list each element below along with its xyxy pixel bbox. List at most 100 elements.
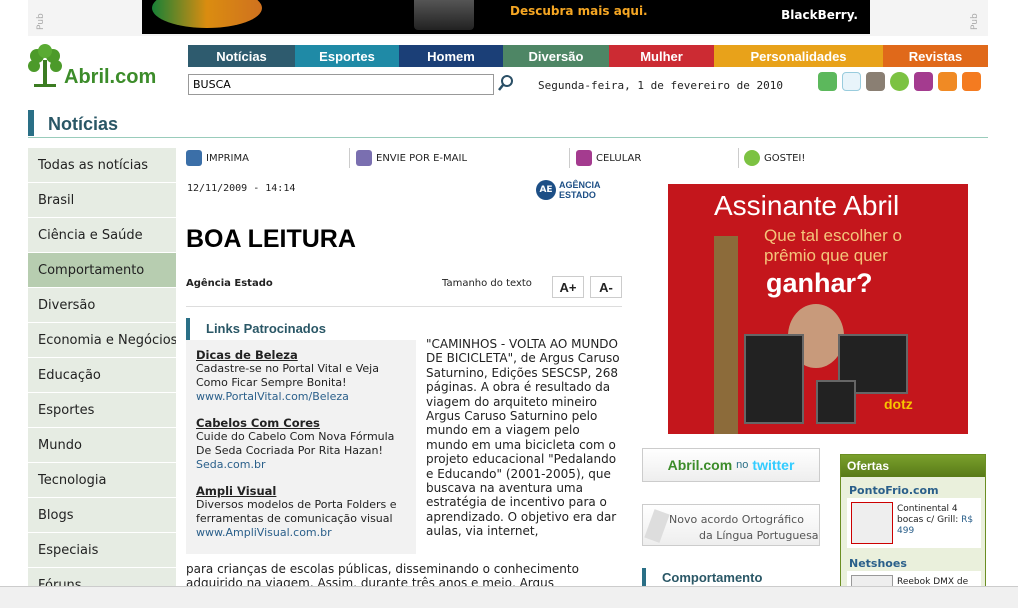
- like-label: GOSTEI!: [764, 152, 806, 164]
- divider: [186, 306, 622, 307]
- store-link[interactable]: PontoFrio.com: [849, 484, 939, 497]
- article-timestamp: 12/11/2009 - 14:14: [187, 183, 296, 194]
- nav-tab-diversao[interactable]: Diversão: [503, 45, 609, 67]
- sidebar-item-especiais[interactable]: Especiais: [28, 533, 176, 568]
- search-input[interactable]: [188, 74, 494, 95]
- ad-decoration: [714, 236, 738, 434]
- section-divider: [28, 137, 988, 138]
- ofertas-title: Ofertas: [841, 455, 985, 477]
- product-image: [744, 334, 804, 424]
- sidebar-item-tecnologia[interactable]: Tecnologia: [28, 463, 176, 498]
- sidebar-item-educacao[interactable]: Educação: [28, 358, 176, 393]
- site-logo[interactable]: Abril.com: [28, 44, 168, 90]
- agency-line2: ESTADO: [559, 190, 596, 200]
- gostei-icon: [744, 150, 760, 166]
- star-icon[interactable]: [842, 72, 861, 91]
- nav-tab-esportes[interactable]: Esportes: [295, 45, 399, 67]
- ad-title[interactable]: Dicas de Beleza: [196, 348, 411, 362]
- sponsored-links: Links Patrocinados Dicas de Beleza Cadas…: [186, 318, 416, 554]
- sidebar-item-mundo[interactable]: Mundo: [28, 428, 176, 463]
- email-button[interactable]: ENVIE POR E-MAIL: [356, 148, 467, 168]
- site-name: Abril.com: [64, 66, 157, 88]
- article-source: Agência Estado: [186, 278, 273, 289]
- nav-tab-mulher[interactable]: Mulher: [609, 45, 714, 67]
- assinante-abril-ad[interactable]: Assinante Abril Que tal escolher o prêmio…: [668, 184, 968, 434]
- nav-tab-label: Personalidades: [750, 48, 847, 64]
- sidebar-item-esportes[interactable]: Esportes: [28, 393, 176, 428]
- comportamento-title: Comportamento: [662, 570, 763, 585]
- offer-card[interactable]: Continental 4 bocas c/ Grill: R$ 499: [847, 498, 981, 548]
- sponsored-ad[interactable]: Cabelos Com Cores Cuide do Cabelo Com No…: [196, 416, 411, 472]
- section-bar: [28, 110, 34, 136]
- print-button[interactable]: IMPRIMA: [186, 148, 249, 168]
- twitter-abril: Abril.com: [667, 457, 733, 473]
- sidebar-item-todas[interactable]: Todas as notícias: [28, 148, 176, 183]
- ad-call: ganhar?: [766, 268, 873, 298]
- ad-title[interactable]: Cabelos Com Cores: [196, 416, 411, 430]
- sponsored-ad[interactable]: Ampli Visual Diversos modelos de Porta F…: [196, 484, 411, 540]
- article-toolbar: IMPRIMA ENVIE POR E-MAIL CELULAR GOSTEI!: [186, 148, 805, 170]
- agencia-estado-logo: AE AGÊNCIA ESTADO: [536, 180, 601, 200]
- agency-line1: AGÊNCIA: [559, 180, 601, 190]
- sidebar-item-blogs[interactable]: Blogs: [28, 498, 176, 533]
- twitter-logo: twitter: [752, 457, 795, 473]
- sponsored-ad[interactable]: Dicas de Beleza Cadastre-se no Portal Vi…: [196, 348, 411, 404]
- acordo-ortografico-banner[interactable]: Novo acordo Ortográfico da Língua Portug…: [642, 504, 820, 546]
- ad-url[interactable]: www.PortalVital.com/Beleza: [196, 390, 411, 404]
- ofertas-box: Ofertas PontoFrio.com Continental 4 boca…: [840, 454, 986, 608]
- sidebar-item-brasil[interactable]: Brasil: [28, 183, 176, 218]
- section-title: Notícias: [48, 114, 119, 134]
- toolbar-separator: [738, 148, 739, 168]
- nav-tab-homem[interactable]: Homem: [399, 45, 503, 67]
- comportamento-header: Comportamento: [642, 568, 820, 588]
- increase-text-button[interactable]: A+: [552, 276, 584, 298]
- store-link[interactable]: Netshoes: [849, 557, 907, 570]
- twitter-no: no: [736, 459, 749, 471]
- like-button[interactable]: GOSTEI!: [744, 148, 805, 168]
- ad-desc: Diversos modelos de Porta Folders e ferr…: [196, 498, 397, 525]
- browser-status-bar: [0, 586, 1018, 608]
- mobile-icon: [576, 150, 592, 166]
- home-icon[interactable]: [962, 72, 981, 91]
- stove-image: [851, 502, 893, 544]
- ad-desc: Cuide do Cabelo Com Nova Fórmula De Seda…: [196, 430, 395, 457]
- sidebar-item-comportamento[interactable]: Comportamento: [28, 253, 176, 288]
- blackberry-banner[interactable]: Descubra mais aqui. BlackBerry.: [142, 0, 870, 34]
- print-label: IMPRIMA: [206, 152, 249, 164]
- tree-logo-icon: [28, 44, 62, 87]
- chat-icon[interactable]: [818, 72, 837, 91]
- page: Pub Pub Descubra mais aqui. BlackBerry. …: [0, 0, 1018, 608]
- dotz-logo: dotz: [884, 396, 913, 412]
- agency-name: AGÊNCIA ESTADO: [559, 180, 601, 200]
- ad-desc: Cadastre-se no Portal Vital e Veja Como …: [196, 362, 379, 389]
- ad-line2: Que tal escolher o: [764, 226, 902, 245]
- ad-title[interactable]: Ampli Visual: [196, 484, 411, 498]
- nav-tab-revistas[interactable]: Revistas: [883, 45, 988, 67]
- sidebar-nav: Todas as notícias Brasil Ciência e Saúde…: [28, 148, 176, 603]
- ad-headline: Assinante Abril: [714, 190, 900, 221]
- banner-cta[interactable]: Descubra mais aqui.: [510, 4, 648, 18]
- decrease-text-button[interactable]: A-: [590, 276, 622, 298]
- sponsored-header: Links Patrocinados: [186, 318, 416, 340]
- sidebar-item-economia[interactable]: Economia e Negócios: [28, 323, 176, 358]
- rss-icon[interactable]: [938, 72, 957, 91]
- twitter-banner[interactable]: Abril.com no twitter: [642, 448, 820, 482]
- nav-tab-noticias[interactable]: Notícias: [188, 45, 295, 67]
- nav-tab-label: Revistas: [908, 48, 963, 64]
- search-icon[interactable]: [498, 74, 514, 92]
- email-label: ENVIE POR E-MAIL: [376, 152, 468, 164]
- contacts-icon[interactable]: [866, 72, 885, 91]
- mobile-button[interactable]: CELULAR: [576, 148, 641, 168]
- acordo-line1: Novo acordo Ortográfico: [669, 513, 804, 526]
- sidebar-item-diversao[interactable]: Diversão: [28, 288, 176, 323]
- sidebar-item-ciencia[interactable]: Ciência e Saúde: [28, 218, 176, 253]
- product-camera-image: [816, 380, 856, 424]
- ad-url[interactable]: Seda.com.br: [196, 458, 411, 472]
- nav-tab-label: Notícias: [216, 48, 267, 64]
- mobile-icon[interactable]: [914, 72, 933, 91]
- gostei-icon[interactable]: [890, 72, 909, 91]
- article-body: "CAMINHOS - VOLTA AO MUNDO DE BICICLETA"…: [426, 337, 620, 539]
- main-nav: Notícias Esportes Homem Diversão Mulher …: [188, 45, 988, 67]
- ad-url[interactable]: www.AmpliVisual.com.br: [196, 526, 411, 540]
- nav-tab-personalidades[interactable]: Personalidades: [714, 45, 883, 67]
